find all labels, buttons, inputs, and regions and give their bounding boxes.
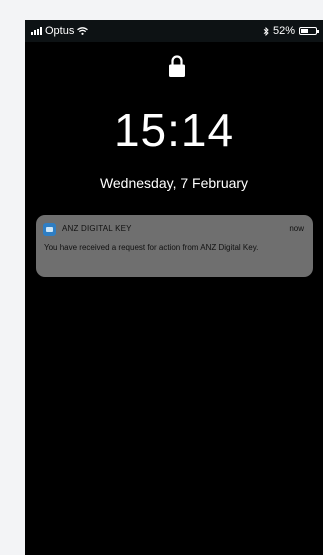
status-right: 52%	[263, 25, 319, 37]
notification-app-name: ANZ DIGITAL KEY	[62, 224, 132, 233]
phone-screen: Optus 52% 15:14 Wednesday, 7 February AN…	[25, 20, 323, 555]
status-bar: Optus 52%	[25, 20, 323, 42]
status-left: Optus	[31, 25, 89, 37]
notification-time: now	[289, 224, 304, 233]
battery-level-fill	[301, 29, 308, 33]
notification-card[interactable]: ANZ DIGITAL KEY now You have received a …	[36, 215, 313, 277]
clock-date: Wednesday, 7 February	[99, 175, 249, 191]
carrier-name: Optus	[45, 25, 75, 37]
battery-icon	[299, 27, 319, 35]
notification-body: You have received a request for action f…	[44, 243, 259, 252]
anz-app-icon	[43, 223, 56, 236]
battery-percent: 52%	[272, 25, 295, 37]
lock-icon	[169, 55, 185, 77]
wifi-icon	[77, 27, 89, 35]
signal-icon	[31, 27, 42, 35]
clock-time: 15:14	[113, 104, 235, 156]
bluetooth-icon	[263, 26, 269, 36]
